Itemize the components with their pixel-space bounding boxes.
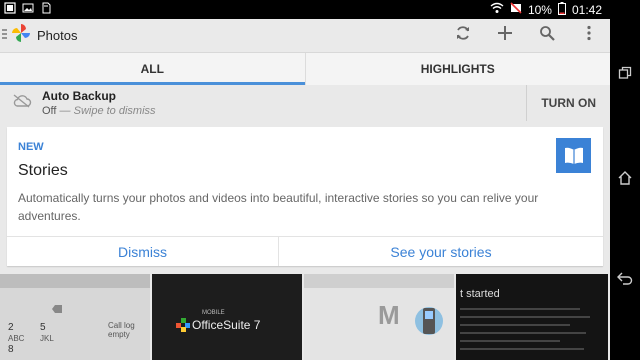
recent-apps-icon	[618, 66, 632, 85]
stories-card: NEW Stories Automatically turns your pho…	[7, 127, 603, 266]
mute-icon	[510, 2, 522, 17]
home-button[interactable]	[610, 165, 640, 195]
auto-backup-state: Off	[42, 105, 57, 117]
photo-thumbnail[interactable]: t started	[456, 274, 608, 360]
turn-on-button[interactable]: TURN ON	[526, 85, 610, 121]
tab-bar: ALL HIGHLIGHTS	[0, 52, 610, 85]
action-bar: Photos	[0, 19, 610, 52]
tab-all[interactable]: ALL	[0, 53, 305, 85]
backspace-icon	[52, 300, 62, 318]
back-icon	[617, 271, 633, 290]
card-actions: Dismiss See your stories	[7, 236, 603, 266]
keypad-key: 8	[8, 344, 14, 355]
drawer-icon[interactable]	[2, 27, 8, 45]
recent-apps-button[interactable]	[610, 60, 640, 90]
clock: 01:42	[571, 2, 602, 17]
notification-icon	[4, 1, 16, 19]
app-title: Photos	[37, 28, 78, 43]
keypad-key: 2	[8, 322, 14, 333]
keypad-letters: JKL	[40, 334, 54, 343]
navigation-bar	[610, 0, 640, 360]
status-bar: 10% 01:42	[0, 0, 610, 19]
swipe-hint: — Swipe to dismiss	[59, 105, 156, 117]
book-icon	[556, 138, 591, 173]
photo-grid: 2 5 8 ABC JKL Call log empty MOBILE Offi…	[0, 274, 610, 360]
cloud-off-icon	[12, 93, 32, 113]
watermark-letter: M	[378, 300, 400, 330]
add-button[interactable]	[484, 19, 526, 52]
new-badge: NEW	[18, 141, 44, 153]
auto-backup-row[interactable]: Auto Backup Off — Swipe to dismiss TURN …	[0, 85, 610, 121]
photo-thumbnail[interactable]: 2 5 8 ABC JKL Call log empty	[0, 274, 150, 360]
keypad-key: 5	[40, 322, 46, 333]
phone-watermark-icon	[414, 298, 444, 349]
search-button[interactable]	[526, 19, 568, 52]
overflow-menu-button[interactable]	[568, 19, 610, 52]
battery-icon	[557, 1, 566, 18]
photo-thumbnail[interactable]: M	[304, 274, 454, 360]
call-log-empty-text: Call log empty	[108, 321, 135, 339]
image-icon	[22, 1, 34, 19]
search-icon	[539, 25, 555, 46]
officesuite-small-label: MOBILE	[202, 310, 225, 316]
officesuite-brand: OfficeSuite 7	[192, 318, 261, 332]
auto-backup-info: Auto Backup Off — Swipe to dismiss	[42, 89, 156, 117]
thumbnail-heading: t started	[460, 288, 500, 300]
photo-thumbnail[interactable]: MOBILE OfficeSuite 7	[152, 274, 302, 360]
overflow-menu-icon	[587, 25, 591, 46]
refresh-icon	[455, 25, 471, 46]
battery-text: 10%	[527, 2, 552, 17]
photos-logo-icon[interactable]	[11, 23, 31, 48]
add-icon	[497, 25, 513, 46]
photos-screen: 10% 01:42 Photos ALL HIGHLIGHTS Auto Bac…	[0, 0, 610, 360]
tab-highlights[interactable]: HIGHLIGHTS	[304, 53, 611, 85]
see-stories-button[interactable]: See your stories	[279, 237, 603, 266]
dismiss-button[interactable]: Dismiss	[7, 237, 279, 266]
wifi-icon	[490, 2, 504, 17]
sdcard-icon	[40, 1, 52, 19]
officesuite-logo-icon	[176, 318, 190, 337]
home-icon	[617, 170, 633, 191]
refresh-button[interactable]	[442, 19, 484, 52]
back-button[interactable]	[610, 265, 640, 295]
auto-backup-title: Auto Backup	[42, 89, 117, 103]
keypad-letters: ABC	[8, 334, 25, 343]
auto-backup-status: Off — Swipe to dismiss	[42, 105, 156, 117]
card-title: Stories	[18, 162, 68, 179]
card-description: Automatically turns your photos and vide…	[18, 191, 539, 223]
